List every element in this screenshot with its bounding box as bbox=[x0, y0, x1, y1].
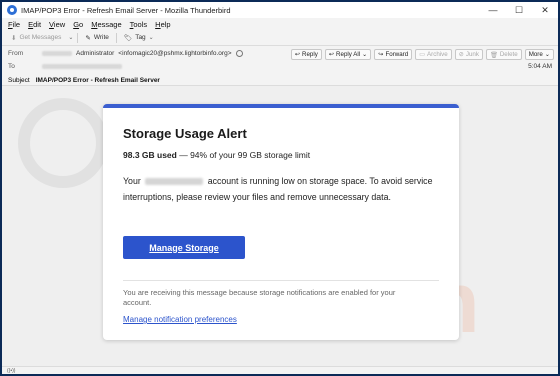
subject-text: IMAP/POP3 Error - Refresh Email Server bbox=[35, 77, 160, 84]
status-bar: ((•)) bbox=[2, 366, 558, 374]
message-header: From Administrator <infomagic20@pshmx.li… bbox=[2, 46, 558, 76]
archive-icon: ▭ bbox=[419, 51, 426, 58]
close-button[interactable]: ✕ bbox=[532, 2, 558, 18]
archive-label: Archive bbox=[427, 51, 448, 58]
reply-label: Reply bbox=[302, 51, 318, 58]
window-controls: — ☐ ✕ bbox=[480, 2, 558, 18]
message-body: risk.com Storage Usage Alert 98.3 GB use… bbox=[2, 86, 558, 366]
redacted-text bbox=[42, 51, 72, 56]
junk-button[interactable]: ⊘ Junk bbox=[454, 49, 483, 60]
subject-row: Subject IMAP/POP3 Error - Refresh Email … bbox=[2, 76, 558, 86]
usage-line: 98.3 GB used — 94% of your 99 GB storage… bbox=[123, 150, 310, 160]
trash-icon: 🗑 bbox=[489, 51, 498, 59]
main-toolbar: ⬇ Get Messages ⌄ ✎ Write 🏷 Tag ⌄ bbox=[2, 30, 558, 46]
email-card: Storage Usage Alert 98.3 GB used — 94% o… bbox=[103, 104, 459, 340]
reply-all-icon: ↩ bbox=[328, 51, 335, 58]
menu-help[interactable]: Help bbox=[155, 20, 170, 29]
chevron-down-icon: ⌄ bbox=[362, 51, 368, 58]
write-button[interactable]: ✎ Write bbox=[82, 33, 112, 43]
sender-name[interactable]: Administrator bbox=[76, 50, 114, 57]
title-bar: IMAP/POP3 Error - Refresh Email Server -… bbox=[2, 2, 558, 18]
chevron-down-icon[interactable]: ⌄ bbox=[68, 34, 73, 41]
menu-file[interactable]: File bbox=[8, 20, 20, 29]
forward-label: Forward bbox=[385, 51, 409, 58]
delete-button[interactable]: 🗑 Delete bbox=[485, 49, 522, 60]
tag-label: Tag bbox=[135, 34, 146, 41]
chevron-down-icon: ⌄ bbox=[148, 35, 154, 41]
manage-storage-button[interactable]: Manage Storage bbox=[123, 236, 245, 259]
chevron-down-icon: ⌄ bbox=[544, 51, 550, 58]
redacted-recipient bbox=[42, 64, 122, 69]
menu-go[interactable]: Go bbox=[73, 20, 83, 29]
divider bbox=[123, 280, 439, 281]
junk-icon: ⊘ bbox=[458, 51, 464, 58]
minimize-button[interactable]: — bbox=[480, 2, 506, 18]
menu-message[interactable]: Message bbox=[91, 20, 121, 29]
sender-email[interactable]: <infomagic20@pshmx.lightorbinfo.org> bbox=[118, 50, 231, 57]
archive-button[interactable]: ▭ Archive bbox=[415, 49, 452, 60]
download-icon: ⬇ bbox=[11, 34, 17, 42]
window-title: IMAP/POP3 Error - Refresh Email Server -… bbox=[21, 5, 231, 15]
from-row: From Administrator <infomagic20@pshmx.li… bbox=[8, 50, 243, 57]
more-button[interactable]: More ⌄ bbox=[524, 49, 554, 60]
maximize-button[interactable]: ☐ bbox=[506, 2, 532, 18]
reply-icon: ↩ bbox=[294, 51, 301, 58]
notification-preferences-link[interactable]: Manage notification preferences bbox=[123, 315, 237, 324]
subject-label: Subject bbox=[8, 77, 30, 84]
thunderbird-icon bbox=[7, 5, 17, 15]
to-row: To bbox=[8, 63, 122, 70]
connection-icon: ((•)) bbox=[7, 368, 16, 374]
tag-icon: 🏷 bbox=[123, 34, 133, 42]
from-label: From bbox=[8, 50, 24, 57]
more-label: More bbox=[528, 51, 543, 58]
message-time: 5:04 AM bbox=[528, 63, 552, 70]
email-heading: Storage Usage Alert bbox=[123, 126, 247, 141]
menu-view[interactable]: View bbox=[49, 20, 65, 29]
email-paragraph: Your account is running low on storage s… bbox=[123, 174, 443, 205]
write-label: Write bbox=[93, 34, 109, 41]
forward-icon: ↪ bbox=[378, 51, 384, 58]
notification-notice: You are receiving this message because s… bbox=[123, 288, 396, 307]
delete-label: Delete bbox=[499, 51, 518, 58]
menu-bar: File Edit View Go Message Tools Help bbox=[2, 18, 558, 30]
get-messages-label: Get Messages bbox=[19, 34, 62, 41]
reply-all-button[interactable]: ↩ Reply All ⌄ bbox=[324, 49, 372, 60]
toolbar-separator bbox=[115, 32, 117, 43]
contact-icon[interactable] bbox=[235, 50, 243, 57]
para-prefix: Your bbox=[123, 176, 141, 186]
get-messages-button[interactable]: ⬇ Get Messages bbox=[8, 33, 64, 43]
watermark-lens bbox=[18, 98, 108, 188]
toolbar-separator bbox=[77, 32, 79, 43]
usage-amount: 98.3 GB used bbox=[123, 150, 177, 160]
menu-edit[interactable]: Edit bbox=[28, 20, 41, 29]
tag-button[interactable]: 🏷 Tag ⌄ bbox=[121, 33, 157, 43]
reply-all-label: Reply All bbox=[336, 51, 361, 58]
forward-button[interactable]: ↪ Forward bbox=[374, 49, 413, 60]
redacted-account bbox=[145, 178, 204, 186]
thunderbird-window: IMAP/POP3 Error - Refresh Email Server -… bbox=[2, 2, 558, 374]
reply-button[interactable]: ↩ Reply bbox=[290, 49, 322, 60]
usage-detail: — 94% of your 99 GB storage limit bbox=[176, 150, 311, 160]
pencil-icon: ✎ bbox=[85, 34, 91, 42]
junk-label: Junk bbox=[465, 51, 479, 58]
message-actions: ↩ Reply ↩ Reply All ⌄ ↪ Forward ▭ Archive ⊘ Ju… bbox=[290, 49, 554, 60]
menu-tools[interactable]: Tools bbox=[130, 20, 148, 29]
to-label: To bbox=[8, 63, 15, 70]
